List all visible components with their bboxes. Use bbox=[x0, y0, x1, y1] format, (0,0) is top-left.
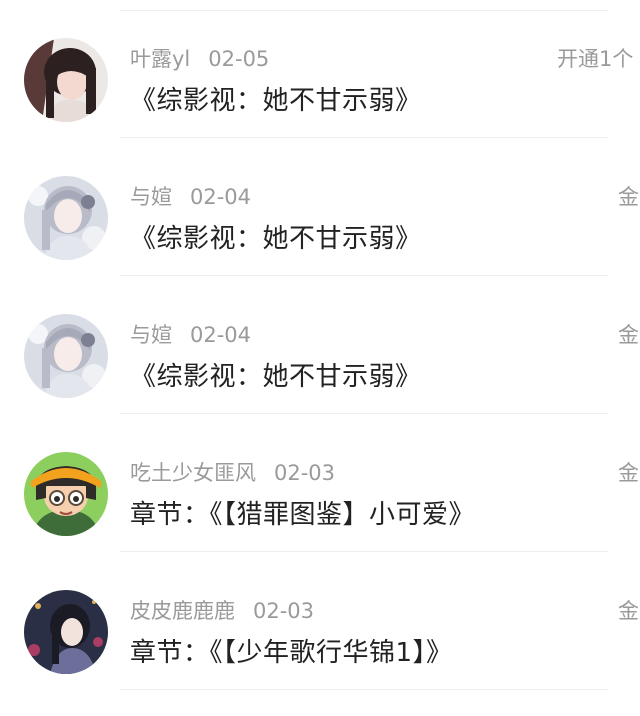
comment-title[interactable]: 章节：《【猎罪图鉴】小可爱》 bbox=[130, 496, 475, 534]
avatar[interactable] bbox=[24, 176, 108, 260]
list-item[interactable]: 与媗 02-04 《综影视：她不甘示弱》 金 bbox=[0, 276, 640, 414]
list-item[interactable]: 吃土少女匪风 02-03 章节：《【猎罪图鉴】小可爱》 金 bbox=[0, 414, 640, 552]
avatar-photo-girl-icon bbox=[24, 38, 108, 122]
comment-date: 02-04 bbox=[190, 323, 252, 347]
avatar[interactable] bbox=[24, 590, 108, 674]
avatar-anime-girl-silver-icon bbox=[24, 176, 108, 260]
reward-text: 金 bbox=[618, 323, 639, 347]
avatar-anime-girl-silver-icon bbox=[24, 314, 108, 398]
comment-meta: 吃土少女匪风 02-03 bbox=[130, 458, 335, 488]
row-divider bbox=[120, 689, 608, 690]
avatar[interactable] bbox=[24, 314, 108, 398]
username[interactable]: 与媗 bbox=[130, 323, 172, 347]
comment-meta: 叶露yl 02-05 bbox=[130, 44, 269, 74]
reward-text: 金 bbox=[618, 185, 639, 209]
comment-date: 02-03 bbox=[253, 599, 315, 623]
comment-meta: 与媗 02-04 bbox=[130, 320, 251, 350]
username[interactable]: 与媗 bbox=[130, 185, 172, 209]
avatar[interactable] bbox=[24, 452, 108, 536]
username[interactable]: 吃土少女匪风 bbox=[130, 461, 256, 485]
comment-title[interactable]: 《综影视：她不甘示弱》 bbox=[130, 82, 422, 120]
reward-text: 开通1个 bbox=[557, 47, 634, 71]
username[interactable]: 叶露yl bbox=[130, 47, 190, 71]
comment-meta: 与媗 02-04 bbox=[130, 182, 251, 212]
avatar-cartoon-glasses-kid-icon bbox=[24, 452, 108, 536]
comment-title[interactable]: 《综影视：她不甘示弱》 bbox=[130, 220, 422, 258]
reward-text: 金 bbox=[618, 461, 639, 485]
comment-date: 02-04 bbox=[190, 185, 252, 209]
comment-date: 02-03 bbox=[274, 461, 336, 485]
reward-text: 金 bbox=[618, 599, 639, 623]
avatar-anime-girl-night-icon bbox=[24, 590, 108, 674]
list-item[interactable]: 皮皮鹿鹿鹿 02-03 章节：《【少年歌行华锦1】》 金 bbox=[0, 552, 640, 690]
comment-title[interactable]: 章节：《【少年歌行华锦1】》 bbox=[130, 634, 453, 672]
comment-meta: 皮皮鹿鹿鹿 02-03 bbox=[130, 596, 314, 626]
comment-title[interactable]: 《综影视：她不甘示弱》 bbox=[130, 358, 422, 396]
username[interactable]: 皮皮鹿鹿鹿 bbox=[130, 599, 235, 623]
list-item[interactable]: 叶露yl 02-05 《综影视：她不甘示弱》 开通1个 bbox=[0, 0, 640, 138]
comment-feed-screen: { "items": [ { "username": "叶露yl", "date… bbox=[0, 0, 640, 716]
comment-list: 叶露yl 02-05 《综影视：她不甘示弱》 开通1个 与媗 02-04 《综影视：… bbox=[0, 0, 640, 716]
comment-date: 02-05 bbox=[208, 47, 270, 71]
avatar[interactable] bbox=[24, 38, 108, 122]
list-item[interactable]: 与媗 02-04 《综影视：她不甘示弱》 金 bbox=[0, 138, 640, 276]
